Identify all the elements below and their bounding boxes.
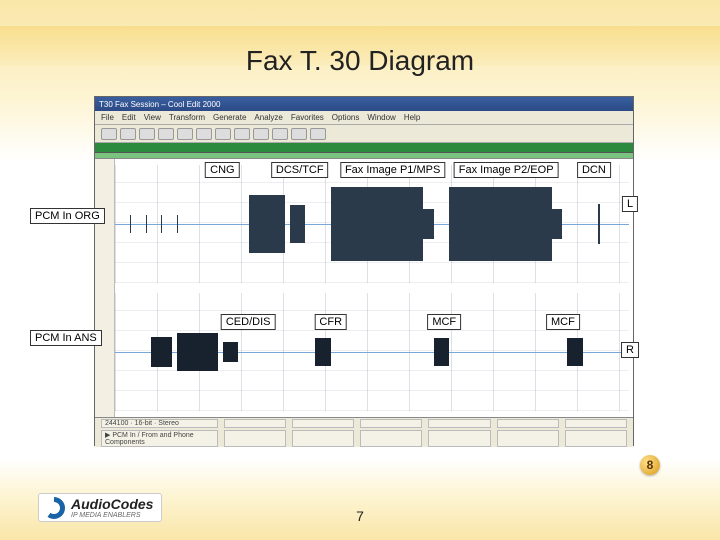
phase-label-bottom: MCF: [427, 314, 461, 330]
menu-item[interactable]: Transform: [169, 113, 205, 122]
status-cell: [565, 419, 627, 428]
slide-badge: 8: [640, 455, 660, 475]
menu-item[interactable]: File: [101, 113, 114, 122]
slide-title: Fax T. 30 Diagram: [0, 45, 720, 77]
phase-label-bottom: MCF: [546, 314, 580, 330]
tool-btn[interactable]: [291, 128, 307, 140]
menu-item[interactable]: Favorites: [291, 113, 324, 122]
menu-item[interactable]: Generate: [213, 113, 246, 122]
tool-btn[interactable]: [310, 128, 326, 140]
y-axis: [95, 159, 115, 417]
status-cell: ▶ PCM In / From and Phone Components: [101, 430, 218, 447]
tool-btn[interactable]: [158, 128, 174, 140]
tool-btn[interactable]: [253, 128, 269, 140]
status-cell: [224, 419, 286, 428]
menu-item[interactable]: Options: [332, 113, 360, 122]
phase-label-top: Fax Image P2/EOP: [454, 162, 559, 178]
phase-label-top: DCS/TCF: [271, 162, 329, 178]
menu-item[interactable]: Edit: [122, 113, 136, 122]
waveform-area: [95, 159, 633, 417]
editor-statusbar: 244100 · 16-bit · Stereo ▶ PCM In / From…: [95, 417, 633, 447]
status-cell: [224, 430, 286, 447]
phase-label-bottom: CFR: [314, 314, 347, 330]
status-cell: [428, 419, 490, 428]
tool-btn[interactable]: [215, 128, 231, 140]
brand-tag: IP MEDIA ENABLERS: [71, 512, 153, 519]
tool-btn[interactable]: [101, 128, 117, 140]
status-cell: [428, 430, 490, 447]
editor-toolbar: [95, 125, 633, 143]
page-number: 7: [356, 508, 364, 524]
menu-item[interactable]: View: [144, 113, 161, 122]
status-cell: [565, 430, 627, 447]
menu-item[interactable]: Window: [367, 113, 395, 122]
selection-bar: [95, 143, 633, 153]
editor-titlebar: T30 Fax Session – Cool Edit 2000: [95, 97, 633, 111]
status-cell: [360, 419, 422, 428]
tool-btn[interactable]: [120, 128, 136, 140]
menu-item[interactable]: Analyze: [254, 113, 282, 122]
status-cell: [292, 419, 354, 428]
channel-lr-label: L: [622, 196, 638, 212]
tool-btn[interactable]: [272, 128, 288, 140]
status-cell: [497, 430, 559, 447]
status-cell: [497, 419, 559, 428]
track-org: [115, 165, 629, 283]
editor-menubar: File Edit View Transform Generate Analyze Favo…: [95, 111, 633, 125]
status-cell: [360, 430, 422, 447]
phase-label-bottom: CED/DIS: [221, 314, 276, 330]
tool-btn[interactable]: [177, 128, 193, 140]
status-cell: [292, 430, 354, 447]
phase-label-top: Fax Image P1/MPS: [340, 162, 445, 178]
phase-label-top: CNG: [205, 162, 239, 178]
editor-title-text: T30 Fax Session – Cool Edit 2000: [99, 100, 220, 109]
track-ans: [115, 293, 629, 411]
brand-mark: [43, 497, 65, 519]
tool-btn[interactable]: [234, 128, 250, 140]
brand-logo: AudioCodes IP MEDIA ENABLERS: [38, 493, 162, 522]
channel-side-label: PCM In ANS: [30, 330, 102, 346]
tool-btn[interactable]: [196, 128, 212, 140]
channel-lr-label: R: [621, 342, 639, 358]
brand-name: AudioCodes: [71, 496, 153, 512]
tool-btn[interactable]: [139, 128, 155, 140]
phase-label-top: DCN: [577, 162, 611, 178]
menu-item[interactable]: Help: [404, 113, 420, 122]
channel-side-label: PCM In ORG: [30, 208, 105, 224]
status-cell: 244100 · 16-bit · Stereo: [101, 419, 218, 428]
editor-window: T30 Fax Session – Cool Edit 2000 File Edi…: [94, 96, 634, 446]
